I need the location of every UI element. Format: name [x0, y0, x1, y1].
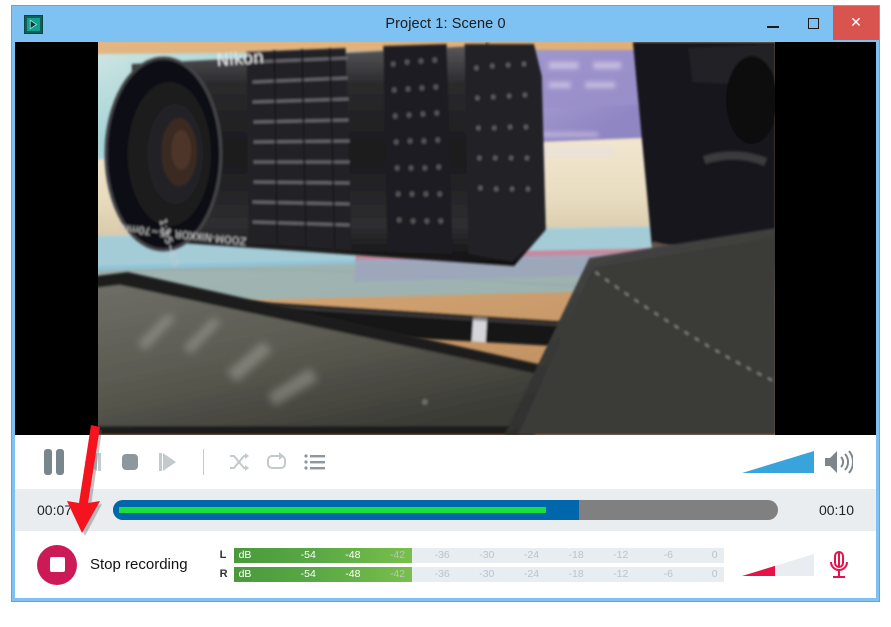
shuffle-button[interactable] [222, 445, 256, 479]
meter-tick: dB [238, 548, 252, 561]
previous-track-button[interactable] [75, 445, 109, 479]
meter-tick: -48 [345, 548, 361, 561]
meter-right-scale: dB -54 -48 -42 -36 -30 -24 -18 -12 -6 0 [233, 566, 724, 582]
speaker-icon[interactable] [822, 447, 854, 477]
media-player-icon [24, 15, 43, 34]
repeat-button[interactable] [260, 445, 294, 479]
maximize-button[interactable] [793, 6, 833, 40]
video-frame-image: Nikon 1:3.5~4.5 ZOOM-NIKKOR 35~70mm [97, 42, 776, 435]
elapsed-time: 00:07 [37, 502, 73, 518]
seek-bar[interactable] [113, 500, 778, 520]
next-track-button[interactable] [151, 445, 185, 479]
meter-tick: 0 [711, 548, 718, 561]
meter-tick: -6 [663, 548, 673, 561]
meter-tick: 0 [711, 567, 718, 580]
meter-tick: -36 [434, 548, 450, 561]
title-bar: Project 1: Scene 0 ✕ [12, 6, 879, 42]
window-client-area: Nikon 1:3.5~4.5 ZOOM-NIKKOR 35~70mm 00:0… [15, 42, 876, 598]
toolbar-divider [203, 449, 204, 475]
meter-right-label: R [219, 568, 228, 580]
meter-tick: dB [238, 567, 252, 580]
close-button[interactable]: ✕ [833, 6, 879, 40]
audio-level-meters: L dB -54 -48 -42 -36 -30 -24 -18 -12 -6 … [219, 547, 724, 582]
meter-tick: -24 [523, 567, 540, 580]
meter-right: R dB -54 -48 -42 -36 -30 -24 -18 -12 -6 … [219, 566, 724, 582]
minimize-button[interactable] [753, 6, 793, 40]
transport-bar [15, 435, 876, 489]
meter-tick: -36 [434, 567, 450, 580]
pause-button[interactable] [37, 445, 71, 479]
window-title: Project 1: Scene 0 [385, 16, 506, 32]
meter-tick: -42 [389, 567, 406, 580]
meter-tick: -6 [663, 567, 673, 580]
playlist-button[interactable] [298, 445, 332, 479]
application-window: Project 1: Scene 0 ✕ Nikon 1:3.5~4.5 ZOO… [11, 5, 880, 602]
meter-tick: -12 [613, 548, 629, 561]
volume-slider[interactable] [742, 449, 814, 475]
svg-text:Nikon: Nikon [215, 47, 264, 70]
meter-left-label: L [219, 549, 227, 561]
meter-tick: -18 [568, 567, 584, 580]
window-controls: ✕ [753, 6, 879, 40]
stop-recording-button[interactable]: Stop recording [37, 544, 188, 585]
stop-recording-icon [37, 544, 77, 585]
meter-left-scale: dB -54 -48 -42 -36 -30 -24 -18 -12 -6 0 [233, 547, 724, 563]
microphone-icon[interactable] [824, 549, 854, 581]
microphone-gain-slider[interactable] [742, 552, 814, 578]
meter-tick: -54 [300, 567, 316, 580]
video-preview[interactable]: Nikon 1:3.5~4.5 ZOOM-NIKKOR 35~70mm [15, 42, 876, 435]
close-icon: ✕ [850, 15, 862, 31]
stop-button[interactable] [113, 445, 147, 479]
meter-left: L dB -54 -48 -42 -36 -30 -24 -18 -12 -6 … [219, 547, 724, 563]
meter-tick: -54 [300, 548, 316, 561]
progress-bar-row: 00:07 00:10 [15, 489, 876, 531]
stop-recording-label: Stop recording [90, 556, 188, 573]
meter-tick: -42 [389, 548, 406, 561]
meter-tick: -12 [613, 567, 629, 580]
duration-time: 00:10 [818, 502, 854, 518]
meter-tick: -30 [479, 548, 495, 561]
recording-bar: Stop recording L dB -54 -48 -42 -36 -30 … [15, 531, 876, 598]
seek-buffer [119, 507, 546, 513]
playback-controls [37, 445, 332, 479]
meter-tick: -18 [568, 548, 584, 561]
meter-left-ticks: dB -54 -48 -42 -36 -30 -24 -18 -12 -6 0 [234, 548, 724, 563]
screenshot-root: Project 1: Scene 0 ✕ Nikon 1:3.5~4.5 ZOO… [0, 0, 891, 627]
meter-tick: -48 [345, 567, 361, 580]
meter-tick: -24 [523, 548, 540, 561]
meter-tick: -30 [479, 567, 495, 580]
meter-right-ticks: dB -54 -48 -42 -36 -30 -24 -18 -12 -6 0 [234, 567, 724, 582]
